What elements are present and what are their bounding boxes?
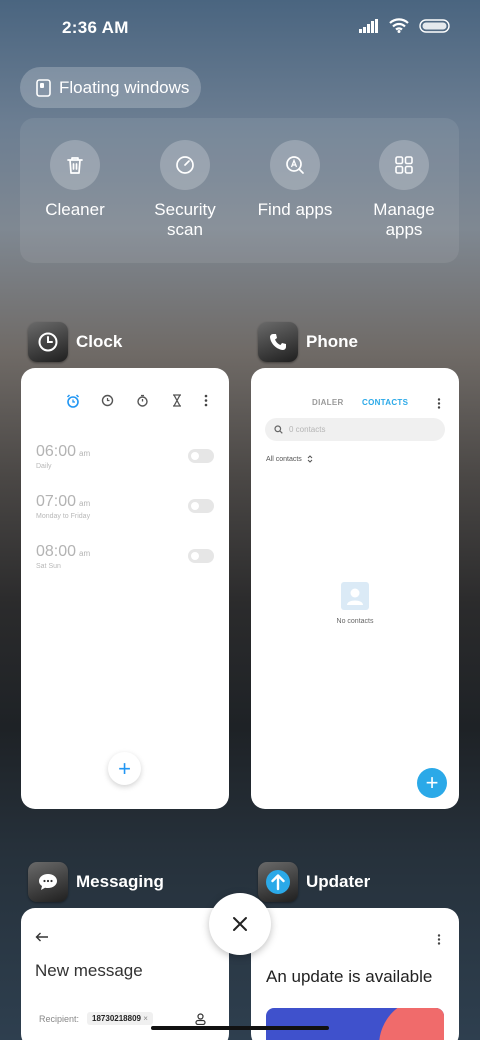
new-message-title: New message — [35, 961, 143, 980]
shield-scan-icon — [176, 156, 194, 174]
cleaner-button[interactable]: Cleaner — [20, 140, 130, 220]
security-scan-label: Security scan — [154, 200, 216, 239]
messaging-app-header: Messaging — [28, 862, 164, 902]
wifi-icon — [389, 18, 409, 33]
recipient-chip[interactable]: 18730218809 × — [87, 1012, 153, 1025]
security-scan-button[interactable]: Security scan — [130, 140, 240, 240]
find-apps-button[interactable]: Find apps — [240, 140, 350, 220]
updater-app-card[interactable]: An update is available — [251, 908, 459, 1040]
alarm-row[interactable]: 07:00 am Monday to Friday — [36, 493, 214, 520]
battery-icon — [419, 18, 450, 33]
world-clock-icon[interactable] — [101, 394, 114, 407]
search-placeholder: 0 contacts — [289, 425, 326, 434]
contacts-filter-label: All contacts — [266, 455, 302, 463]
empty-contacts-state: No contacts — [251, 582, 459, 625]
updater-app-header: Updater — [258, 862, 370, 902]
alarm-row[interactable]: 06:00 am Daily — [36, 443, 214, 470]
alarm-repeat: Daily — [36, 463, 52, 470]
contacts-search-input[interactable]: 0 contacts — [265, 418, 445, 441]
home-indicator[interactable] — [151, 1026, 329, 1030]
chat-bubble-icon — [39, 874, 57, 890]
clock-app-card[interactable]: 06:00 am Daily 07:00 am Monday to Friday 0… — [21, 368, 229, 809]
phone-app-header: Phone — [258, 322, 358, 362]
update-banner-image — [266, 1008, 444, 1040]
phone-icon — [270, 334, 286, 350]
security-icon-circle — [160, 140, 210, 190]
recipient-field[interactable]: Recipient: 18730218809 × — [39, 1012, 153, 1025]
alarm-repeat: Monday to Friday — [36, 513, 91, 520]
find-apps-label: Find apps — [257, 200, 333, 219]
search-icon — [274, 425, 283, 434]
status-time: 2:36 AM — [62, 18, 129, 37]
clock-app-icon — [28, 322, 68, 362]
alarm-icon[interactable] — [66, 394, 80, 408]
messaging-app-card[interactable]: New message Recipient: 18730218809 × — [21, 908, 229, 1040]
remove-recipient-icon[interactable]: × — [143, 1014, 148, 1023]
close-all-button[interactable] — [209, 893, 271, 955]
alarm-toggle[interactable] — [188, 499, 214, 513]
floating-windows-label: Floating windows — [59, 77, 190, 97]
contact-picker-icon[interactable] — [195, 1013, 206, 1025]
messaging-app-name: Messaging — [76, 872, 164, 891]
alarm-ampm: am — [79, 549, 91, 558]
alarm-time: 07:00 — [36, 493, 77, 510]
find-apps-icon-circle — [270, 140, 320, 190]
alarm-toggle[interactable] — [188, 549, 214, 563]
tab-dialer[interactable]: DIALER — [312, 398, 344, 407]
contact-placeholder-icon — [341, 582, 369, 610]
updater-app-icon — [258, 862, 298, 902]
messaging-app-icon — [28, 862, 68, 902]
phone-app-icon — [258, 322, 298, 362]
clock-icon — [38, 332, 58, 352]
signal-icon — [359, 18, 378, 33]
alarm-repeat: Sat Sun — [36, 563, 61, 570]
clock-app-header: Clock — [28, 322, 122, 362]
floating-window-icon — [36, 78, 51, 97]
upload-arrow-icon — [266, 870, 290, 894]
alarm-row[interactable]: 08:00 am Sat Sun — [36, 543, 214, 570]
more-options-icon[interactable] — [204, 394, 208, 407]
contacts-filter-dropdown[interactable]: All contacts — [266, 455, 313, 463]
updater-app-name: Updater — [306, 872, 371, 891]
manage-apps-label: Manage apps — [373, 200, 435, 239]
manage-apps-icon-circle — [379, 140, 429, 190]
more-options-icon[interactable] — [437, 398, 441, 409]
sort-arrows-icon — [307, 455, 313, 463]
alarm-ampm: am — [79, 449, 91, 458]
back-arrow-icon[interactable] — [35, 932, 49, 942]
recipient-label: Recipient: — [39, 1013, 80, 1024]
status-bar: 2:36 AM — [0, 0, 480, 56]
trash-icon — [67, 157, 83, 174]
add-contact-button[interactable]: + — [417, 768, 447, 798]
cleaner-label: Cleaner — [45, 200, 105, 219]
close-icon — [233, 917, 247, 931]
alarm-time: 08:00 — [36, 543, 77, 560]
alarm-time: 06:00 — [36, 443, 77, 460]
clock-app-name: Clock — [76, 332, 123, 351]
quick-actions-panel: Cleaner Security scan Find apps Manage a… — [20, 118, 459, 263]
floating-windows-button[interactable]: Floating windows — [20, 67, 201, 108]
more-options-icon[interactable] — [437, 934, 441, 945]
find-apps-icon — [286, 156, 304, 174]
recipient-number: 18730218809 — [92, 1014, 141, 1023]
status-icons — [359, 18, 450, 33]
timer-icon[interactable] — [171, 394, 183, 407]
stopwatch-icon[interactable] — [136, 394, 149, 407]
alarm-ampm: am — [79, 499, 91, 508]
update-available-title: An update is available — [266, 967, 433, 986]
phone-app-name: Phone — [306, 332, 358, 351]
phone-app-card[interactable]: DIALER CONTACTS 0 contacts All contacts … — [251, 368, 459, 809]
add-alarm-button[interactable]: + — [108, 752, 141, 785]
tab-contacts[interactable]: CONTACTS — [362, 398, 408, 407]
alarm-toggle[interactable] — [188, 449, 214, 463]
manage-apps-button[interactable]: Manage apps — [349, 140, 459, 240]
grid-icon — [395, 156, 413, 174]
empty-contacts-text: No contacts — [336, 618, 374, 625]
cleaner-icon-circle — [50, 140, 100, 190]
